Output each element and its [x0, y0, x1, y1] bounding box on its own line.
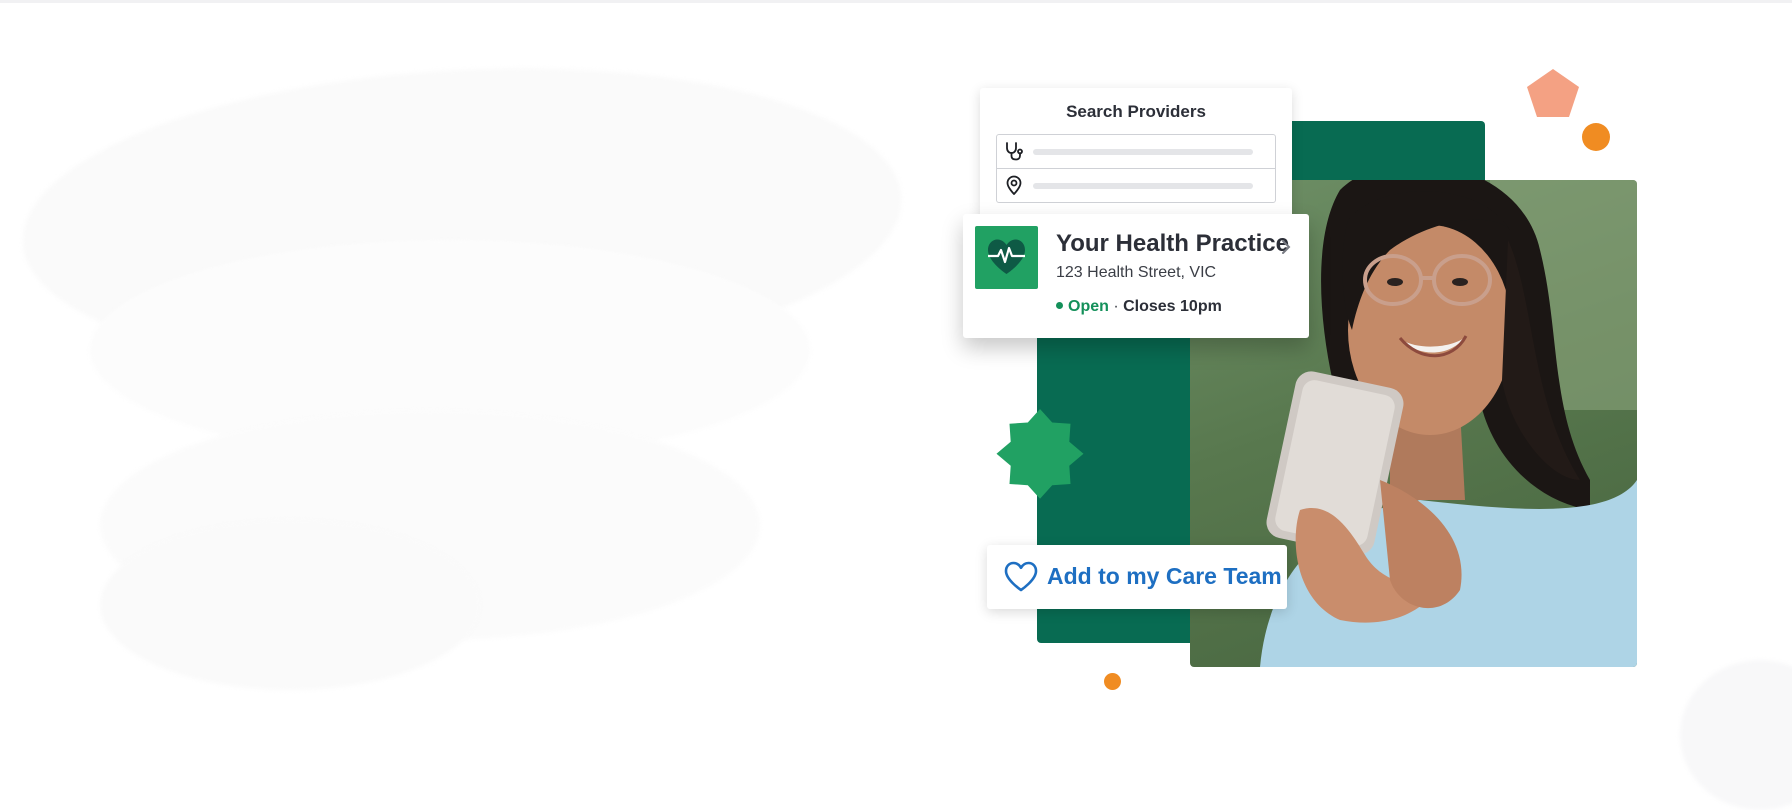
stethoscope-icon: [1006, 142, 1023, 161]
heart-outline-icon: [1004, 561, 1038, 592]
orange-dot-decoration: [1104, 673, 1121, 690]
provider-search-input[interactable]: [996, 134, 1276, 169]
search-providers-card: Search Providers: [980, 88, 1292, 230]
pentagon-decoration: [1527, 69, 1579, 117]
placeholder-bar: [1033, 149, 1253, 155]
closing-hours: Closes 10pm: [1123, 298, 1222, 315]
add-to-care-team-button[interactable]: Add to my Care Team: [987, 545, 1287, 609]
practice-name: Your Health Practice: [1056, 230, 1289, 257]
top-divider: [0, 0, 1792, 3]
practice-address: 123 Health Street, VIC: [1056, 264, 1217, 281]
status-dot-icon: [1056, 302, 1063, 309]
status-open: Open: [1068, 298, 1109, 315]
orange-dot-decoration: [1582, 123, 1610, 151]
add-to-care-team-label: Add to my Care Team: [1047, 563, 1282, 589]
practice-result-card[interactable]: Your Health Practice 123 Health Street, …: [963, 214, 1309, 338]
starburst-decoration: [996, 409, 1084, 499]
practice-logo: [975, 226, 1038, 289]
location-search-input[interactable]: [996, 168, 1276, 203]
background-blob: [1680, 660, 1792, 810]
status-separator: ·: [1108, 298, 1124, 315]
background-blob: [100, 520, 480, 690]
practice-status: Open · Closes 10pm: [1056, 298, 1222, 316]
heart-pulse-icon: [988, 239, 1025, 274]
chevron-right-icon[interactable]: [1280, 238, 1292, 256]
search-providers-title: Search Providers: [1066, 102, 1206, 121]
placeholder-bar: [1033, 183, 1253, 189]
location-pin-icon: [1006, 175, 1022, 195]
